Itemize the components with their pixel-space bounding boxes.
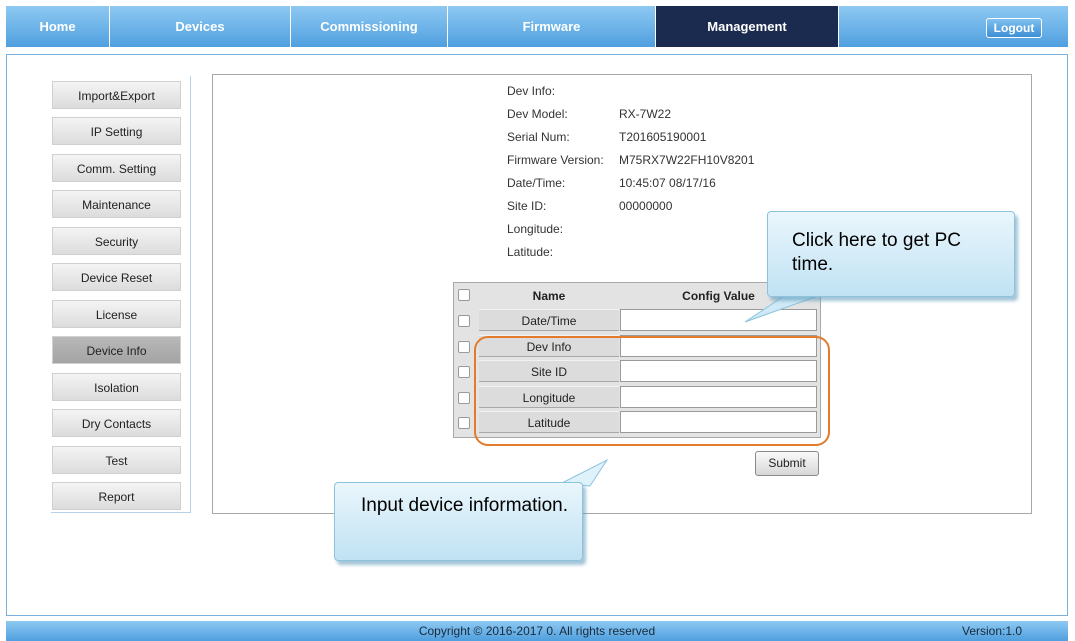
copyright-text: Copyright © 2016-2017 0. All rights rese… [418,624,656,638]
version-text: Version:1.0 [962,624,1023,638]
footer-bar: Copyright © 2016-2017 0. All rights rese… [6,621,1068,641]
input-info-callout-text: Input device information. [361,495,569,516]
pc-time-callout-text: Click here to get PC time. [792,230,961,275]
input-info-callout: Input device information. [334,482,583,561]
pc-time-callout: Click here to get PC time. [767,211,1015,297]
